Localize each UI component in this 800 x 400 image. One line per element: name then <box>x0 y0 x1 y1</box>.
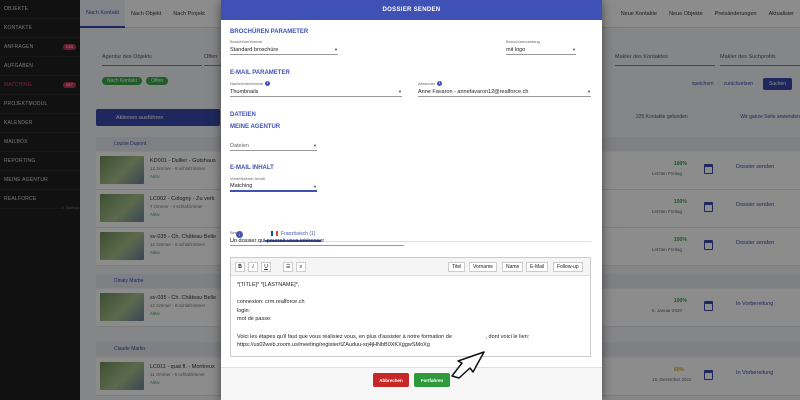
modal-title: DOSSIER SENDEN <box>221 0 602 20</box>
underline-button[interactable]: U <box>261 262 271 272</box>
modal-footer: Abbrechen Fortfahren <box>221 367 602 400</box>
insert-name-chip[interactable]: Name <box>502 262 524 272</box>
numbered-list-icon: ≡ <box>299 264 303 270</box>
editor-toolbar: B I U ☰ ≡ Titel Vorname Name E-Mail Foll… <box>231 258 590 276</box>
continue-button[interactable]: Fortfahren <box>414 373 450 387</box>
insert-email-chip[interactable]: E-Mail <box>526 262 549 272</box>
files-select[interactable]: Dateien ▼ <box>230 140 317 151</box>
insert-followup-chip[interactable]: Follow-up <box>553 262 583 272</box>
italic-button[interactable]: I <box>248 262 258 272</box>
message-format-field[interactable]: Nachrichtenformat i Thumbnails ▼ <box>230 81 402 97</box>
template-select[interactable]: Vordefinierter Inhalt Matching ▼ <box>230 176 317 192</box>
numbered-list-button[interactable]: ≡ <box>296 262 306 272</box>
subject-field[interactable]: Betreff Un dossier qui pourrait vous int… <box>230 230 404 246</box>
cancel-button[interactable]: Abbrechen <box>373 373 409 387</box>
chevron-down-icon: ▼ <box>334 47 338 52</box>
bullet-list-button[interactable]: ☰ <box>283 262 294 272</box>
brochure-section-title: BROCHÜREN PARAMETER <box>230 29 309 35</box>
chevron-down-icon: ▼ <box>313 183 317 189</box>
bold-button[interactable]: B <box>235 262 245 272</box>
chevron-down-icon: ▼ <box>398 89 402 94</box>
content-section-title: E-MAIL INHALT <box>230 165 274 171</box>
pointer-arrow-icon <box>451 351 485 379</box>
modal-body: BROCHÜREN PARAMETER Broschürenformat Sta… <box>221 20 602 367</box>
agency-section-title: MEINE AGENTUR <box>230 124 281 130</box>
sender-field[interactable]: Absender i Anne Favaron - annefavaron12@r… <box>418 81 591 97</box>
insert-firstname-chip[interactable]: Vorname <box>469 262 498 272</box>
email-editor: B I U ☰ ≡ Titel Vorname Name E-Mail Foll… <box>230 257 591 357</box>
chevron-down-icon: ▼ <box>572 47 576 52</box>
info-icon[interactable]: i <box>264 81 270 86</box>
info-icon[interactable]: i <box>437 81 443 86</box>
send-dossier-modal: DOSSIER SENDEN BROCHÜREN PARAMETER Brosc… <box>221 0 602 400</box>
chevron-down-icon: ▼ <box>313 143 317 148</box>
list-icon: ☰ <box>286 264 291 270</box>
chevron-down-icon: ▼ <box>587 89 591 94</box>
editor-content[interactable]: *[TITLE]* *[LASTNAME]*, connexion: crm.r… <box>231 276 590 355</box>
files-section-title: DATEIEN <box>230 112 256 118</box>
email-section-title: E-MAIL PARAMETER <box>230 70 290 76</box>
brochure-cover-field[interactable]: Broschürenumfang mit logo ▼ <box>506 39 576 55</box>
insert-title-chip[interactable]: Titel <box>448 262 466 272</box>
brochure-format-field[interactable]: Broschürenformat Standard broschüre ▼ <box>230 39 338 55</box>
